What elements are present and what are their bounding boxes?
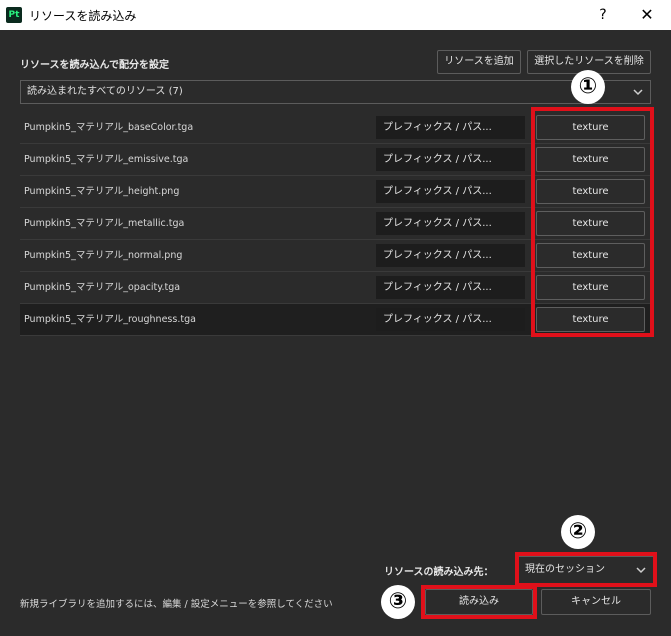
resource-file-name: Pumpkin5_マテリアル_metallic.tga [24, 218, 185, 229]
resource-filter-value: 読み込まれたすべてのリソース (7) [27, 86, 183, 97]
resource-destination-field[interactable]: プレフィックス / パス... [376, 212, 525, 235]
resource-file-name: Pumpkin5_マテリアル_opacity.tga [24, 282, 181, 293]
resource-filter-select[interactable]: 読み込まれたすべてのリソース (7) [20, 80, 651, 104]
close-button[interactable]: ✕ [636, 4, 658, 26]
resource-destination-field[interactable]: プレフィックス / パス... [376, 244, 525, 267]
resource-file-name: Pumpkin5_マテリアル_height.png [24, 186, 180, 197]
highlight-destination [515, 552, 657, 587]
resource-destination-field[interactable]: プレフィックス / パス... [376, 180, 525, 203]
chevron-down-icon [633, 89, 643, 96]
highlight-import-button [421, 585, 537, 619]
app-icon: Pt [6, 7, 22, 23]
window-title: リソースを読み込み [29, 9, 137, 23]
annotation-badge-3: ③ [381, 585, 415, 619]
annotation-badge-1: ① [571, 70, 605, 104]
help-button[interactable]: ? [592, 4, 614, 26]
resource-destination-field[interactable]: プレフィックス / パス... [376, 308, 525, 331]
library-hint-text: 新規ライブラリを追加するには、編集 / 設定メニューを参照してください [20, 599, 333, 610]
resource-file-name: Pumpkin5_マテリアル_emissive.tga [24, 154, 189, 165]
resource-destination-field[interactable]: プレフィックス / パス... [376, 148, 525, 171]
resource-file-name: Pumpkin5_マテリアル_baseColor.tga [24, 122, 194, 133]
add-resource-button[interactable]: リソースを追加 [437, 50, 521, 74]
resource-file-name: Pumpkin5_マテリアル_roughness.tga [24, 314, 196, 325]
section-label: リソースを読み込んで配分を設定 [20, 60, 169, 71]
resource-destination-field[interactable]: プレフィックス / パス... [376, 116, 525, 139]
title-bar: Pt リソースを読み込み ? ✕ [0, 0, 671, 30]
resource-destination-field[interactable]: プレフィックス / パス... [376, 276, 525, 299]
cancel-button[interactable]: キャンセル [541, 589, 651, 615]
annotation-badge-2: ② [561, 515, 595, 549]
resource-file-name: Pumpkin5_マテリアル_normal.png [24, 250, 183, 261]
import-destination-label: リソースの読み込み先： [384, 567, 494, 578]
highlight-type-column [531, 107, 654, 337]
